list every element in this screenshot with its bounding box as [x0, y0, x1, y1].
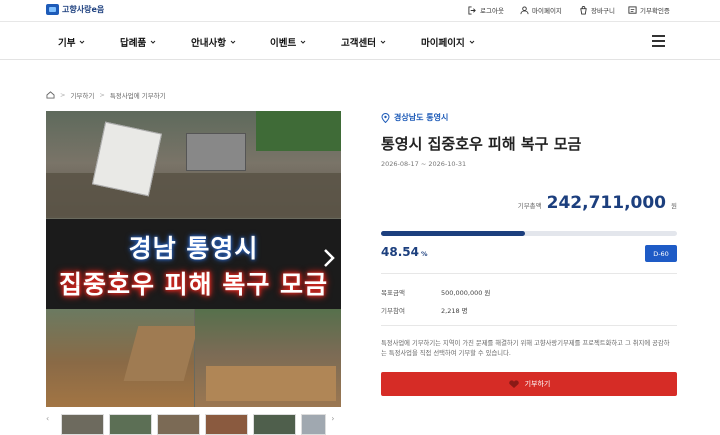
breadcrumb-separator: >: [60, 91, 66, 99]
cart-label: 장바구니: [591, 7, 615, 15]
chevron-down-icon: [80, 40, 85, 44]
site-logo[interactable]: 고향사랑e음: [46, 4, 104, 15]
nav-item-event[interactable]: 이벤트: [270, 35, 306, 49]
hero-title-line1: 경남 통영시: [128, 234, 259, 263]
nav-label: 답례품: [120, 38, 147, 49]
certificate-label: 기부확인증: [640, 7, 670, 15]
chevron-down-icon: [300, 40, 306, 44]
home-icon[interactable]: [46, 91, 55, 99]
top-utility-bar: 고향사랑e음 로그아웃 마이페이지 장바구니 기부확인증: [0, 0, 720, 22]
nav-label: 고객센터: [341, 38, 376, 49]
hero-title-line2: 집중호우 피해 복구 모금: [58, 270, 329, 299]
thumbnail[interactable]: [108, 414, 152, 435]
nav-item-notice[interactable]: 안내사항: [191, 35, 236, 49]
amount-unit: 원: [671, 202, 677, 210]
mypage-label: 마이페이지: [532, 7, 562, 15]
logo-mark-icon: [46, 4, 59, 15]
donate-button[interactable]: 기부하기: [381, 372, 677, 396]
heart-hand-icon: [508, 379, 519, 388]
amount-value: 242,711,000: [546, 193, 667, 213]
logout-link[interactable]: 로그아웃: [468, 5, 504, 15]
project-description: 특정사업에 기부하기는 지역이 가진 문제를 해결하기 위해 고향사랑기부제를 …: [381, 340, 670, 357]
cart-icon: [580, 5, 587, 15]
dday-badge: D-60: [645, 245, 677, 262]
prev-thumb-icon[interactable]: ‹: [46, 414, 56, 423]
nav-item-gifts[interactable]: 답례품: [120, 35, 156, 49]
certificate-link[interactable]: 기부확인증: [628, 5, 670, 15]
participants-value: 2,218 명: [441, 307, 468, 315]
nav-item-support[interactable]: 고객센터: [341, 35, 386, 49]
breadcrumb: > 기부하기 > 특정사업에 기부하기: [46, 90, 166, 100]
project-title: 통영시 집중호우 피해 복구 모금: [381, 135, 582, 153]
nav-item-mypage[interactable]: 마이페이지: [421, 35, 475, 49]
chevron-down-icon: [150, 40, 156, 44]
amount-label: 기부총액: [517, 202, 542, 210]
certificate-icon: [628, 5, 637, 14]
hamburger-icon[interactable]: [652, 35, 665, 47]
breadcrumb-separator: >: [99, 91, 105, 99]
divider: [381, 325, 677, 326]
chevron-down-icon: [230, 40, 236, 44]
nav-label: 안내사항: [191, 38, 226, 49]
participants-label: 기부참여: [381, 307, 405, 315]
nav-label: 이벤트: [270, 38, 297, 49]
cart-link[interactable]: 장바구니: [579, 5, 615, 15]
thumbnail[interactable]: [60, 414, 104, 435]
progress-percent: 48.54 %: [381, 245, 427, 259]
user-icon: [520, 5, 529, 14]
thumbnail[interactable]: [204, 414, 248, 435]
location-text: 경상남도 통영시: [394, 113, 449, 122]
next-slide-icon[interactable]: [322, 248, 336, 268]
progress-bar: [381, 231, 677, 236]
mypage-link[interactable]: 마이페이지: [520, 5, 562, 15]
donation-total: 기부총액 242,711,000 원: [518, 193, 677, 213]
logout-icon: [468, 5, 476, 15]
goal-row: 목표금액 500,000,000 원: [381, 287, 490, 297]
nav-item-donate[interactable]: 기부: [58, 35, 85, 49]
nav-label: 마이페이지: [421, 38, 465, 49]
progress-fill: [381, 231, 525, 236]
divider: [381, 273, 677, 274]
participants-row: 기부참여 2,218 명: [381, 305, 468, 315]
main-navigation: 기부 답례품 안내사항 이벤트 고객센터 마이페이지: [0, 23, 720, 60]
thumbnail[interactable]: [156, 414, 200, 435]
breadcrumb-item-specific-project[interactable]: 특정사업에 기부하기: [110, 90, 166, 100]
donate-label: 기부하기: [524, 380, 551, 388]
chevron-down-icon: [469, 40, 475, 44]
chevron-down-icon: [380, 40, 386, 44]
project-period: 2026-08-17 ~ 2026-10-31: [381, 160, 467, 168]
project-location: 경상남도 통영시: [381, 112, 448, 123]
project-hero-image: 경남 통영시 집중호우 피해 복구 모금: [46, 111, 341, 407]
thumbnail[interactable]: [252, 414, 296, 435]
nav-label: 기부: [58, 38, 76, 49]
percent-unit: %: [420, 250, 428, 258]
goal-value: 500,000,000 원: [441, 289, 491, 297]
next-thumb-icon[interactable]: ›: [331, 414, 341, 423]
breadcrumb-item-donate[interactable]: 기부하기: [70, 90, 94, 100]
percent-value: 48.54: [381, 245, 419, 259]
logo-text: 고향사랑e음: [62, 5, 105, 14]
logout-label: 로그아웃: [480, 7, 504, 15]
goal-label: 목표금액: [381, 289, 405, 297]
location-pin-icon: [381, 112, 390, 123]
thumbnail[interactable]: [300, 414, 327, 435]
thumbnail-strip: ‹ ›: [46, 414, 341, 435]
